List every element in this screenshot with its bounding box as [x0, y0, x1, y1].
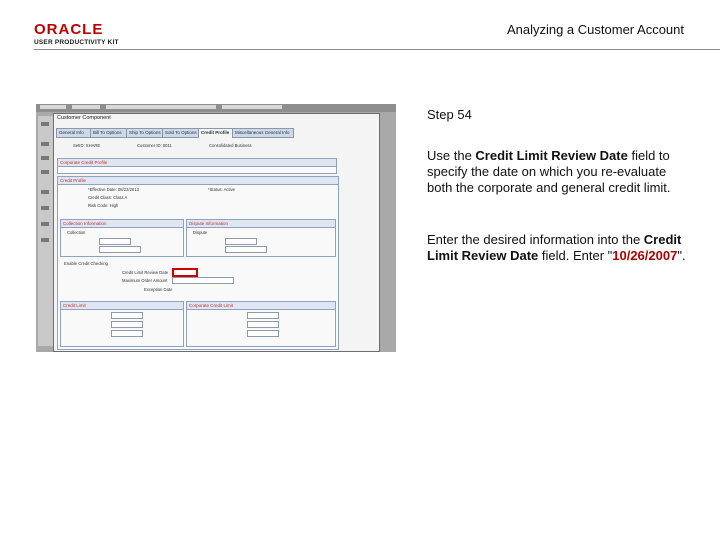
corporate-date-field[interactable]	[247, 330, 279, 337]
setid-label: SetID: SHARE	[73, 143, 101, 148]
application-screenshot: Customer Component General Info Bill To …	[36, 104, 396, 352]
status-label: *Status: Active	[208, 187, 235, 192]
risk-code-label: Risk Code: High	[88, 203, 119, 208]
tab-general-info[interactable]: General Info	[56, 128, 92, 138]
window-title: Customer Component	[57, 115, 111, 121]
tab-credit-profile[interactable]: Credit Profile	[198, 128, 234, 138]
page-title: Analyzing a Customer Account	[506, 22, 684, 37]
tab-sold-to-options[interactable]: Sold To Options	[162, 128, 200, 138]
logo-brand: ORACLE	[34, 21, 104, 38]
action-value: 10/26/2007	[612, 248, 678, 264]
credit-limit-review-date-field[interactable]	[172, 268, 198, 277]
pct-over-limit-field[interactable]	[111, 321, 143, 328]
screenshot-menu-bar	[36, 104, 396, 112]
exception-date-label: Exception Date	[144, 287, 173, 292]
corporate-credit-field[interactable]	[247, 312, 279, 319]
credit-limit-review-label: Credit Limit Review Date	[122, 270, 169, 275]
credit-limit-date-field[interactable]	[111, 330, 143, 337]
corporate-limit-header: Corporate Credit Limit	[187, 302, 335, 310]
effective-date-label: *Effective Date: 08/22/2013	[88, 187, 139, 192]
corporate-pct-field[interactable]	[247, 321, 279, 328]
collection-date-field[interactable]	[99, 246, 141, 253]
dispute-status-field[interactable]	[225, 238, 257, 245]
header-divider	[34, 49, 720, 50]
action-post: ".	[677, 248, 686, 264]
customer-component-window: Customer Component General Info Bill To …	[53, 113, 380, 352]
dispute-date-field[interactable]	[225, 246, 267, 253]
collection-checkbox-label[interactable]: Collection	[67, 230, 85, 235]
max-order-amount-label: Maximum Order Amount	[122, 278, 168, 283]
collection-info-box: Collection Information Collection	[60, 219, 184, 257]
credit-limit-header: Credit Limit	[61, 302, 183, 310]
dispute-info-box: Dispute Information Dispute	[186, 219, 336, 257]
dispute-box-header: Dispute Information	[187, 220, 335, 228]
logo-product: USER PRODUCTIVITY KIT	[34, 39, 119, 46]
component-tabs: General Info Bill To Options Ship To Opt…	[56, 128, 378, 138]
screenshot-left-nav	[38, 116, 53, 346]
credit-limit-box: Credit Limit	[60, 301, 184, 347]
action-pre: Enter the desired information into the	[427, 232, 644, 247]
collection-status-field[interactable]	[99, 238, 131, 245]
tab-misc-general-info[interactable]: Miscellaneous General Info	[232, 128, 294, 138]
dispute-checkbox-label[interactable]: Dispute	[193, 230, 207, 235]
action-text: Enter the desired information into the C…	[427, 232, 687, 264]
credit-class-label: Credit Class: Class A	[88, 195, 128, 200]
credit-limit-field[interactable]	[111, 312, 143, 319]
customer-header-row: SetID: SHARE Customer ID: 0011 Consolida…	[59, 141, 339, 151]
customer-id-label: Customer ID: 0011	[137, 143, 172, 148]
max-order-amount-field[interactable]	[172, 277, 234, 284]
step-label: Step 54	[427, 107, 472, 122]
action-mid: field. Enter "	[538, 248, 613, 264]
business-label: Consolidated Business	[209, 143, 252, 148]
tab-bill-to-options[interactable]: Bill To Options	[90, 128, 128, 138]
corporate-credit-limit-box: Corporate Credit Limit	[186, 301, 336, 347]
credit-profile-header: Credit Profile	[58, 177, 338, 185]
instruction-text: Use the Credit Limit Review Date field t…	[427, 148, 687, 197]
tab-ship-to-options[interactable]: Ship To Options	[126, 128, 164, 138]
instruction-pre: Use the	[427, 148, 476, 163]
collection-box-header: Collection Information	[61, 220, 183, 228]
instruction-field-name: Credit Limit Review Date	[475, 148, 628, 163]
corporate-credit-profile-box: Corporate Credit Profile	[57, 158, 337, 174]
credit-profile-box: Credit Profile *Effective Date: 08/22/20…	[57, 176, 339, 350]
corporate-box-header: Corporate Credit Profile	[58, 159, 336, 167]
enable-credit-checking[interactable]: Enable Credit Checking	[64, 261, 108, 266]
oracle-upk-logo: ORACLE USER PRODUCTIVITY KIT	[34, 22, 124, 48]
